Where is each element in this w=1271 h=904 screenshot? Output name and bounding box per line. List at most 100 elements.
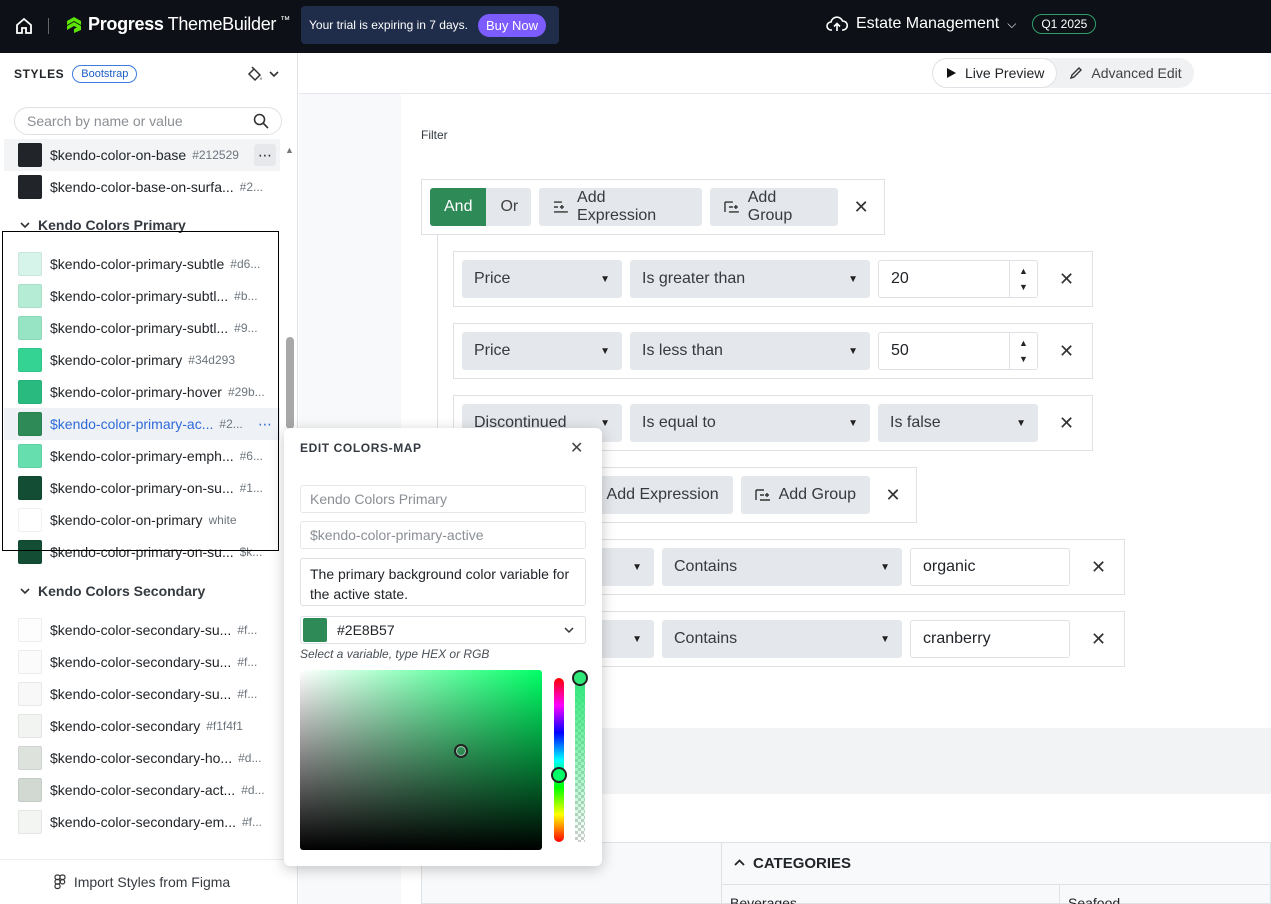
list-item[interactable]: $kendo-color-secondary-act... #d... [4,774,280,806]
group-label[interactable]: Kendo Colors Primary [38,217,186,233]
add-expression-button[interactable]: Add Expression [539,188,702,226]
description-text[interactable]: The primary background color variable fo… [310,566,569,602]
list-item[interactable]: $kendo-color-primary-subtl... #9... [4,312,280,344]
import-figma-button[interactable]: Import Styles from Figma [0,859,284,904]
value-text[interactable]: 50 [891,342,909,360]
caret-down-icon[interactable]: ▼ [848,418,858,429]
pencil-icon[interactable] [1069,66,1083,80]
logic-toggle[interactable]: And Or [430,188,532,226]
close-icon[interactable]: ✕ [878,476,908,514]
add-group-label[interactable]: Add Group [779,486,856,504]
advanced-edit-button[interactable]: Advanced Edit [1057,58,1193,88]
mode-switch[interactable]: Live Preview Advanced Edit [932,58,1194,88]
caret-down-icon[interactable]: ▼ [880,634,890,645]
list-item[interactable]: $kendo-color-on-primary white [4,504,280,536]
chevron-down-icon[interactable] [20,586,30,596]
field-value[interactable]: Price [474,270,510,288]
more-options-icon[interactable]: ⋯ [254,413,276,435]
chevron-down-icon[interactable] [268,68,280,80]
scrollbar-thumb[interactable] [286,337,294,429]
group-header-secondary[interactable]: Kendo Colors Secondary [20,583,205,599]
buy-now-button[interactable]: Buy Now [477,13,547,37]
list-item[interactable]: $kendo-color-primary-ac... #2... ⋯ [4,408,280,440]
description-textarea[interactable]: The primary background color variable fo… [300,558,586,606]
hue-handle[interactable] [551,767,567,783]
cell-text[interactable]: Seafood [1068,895,1120,904]
search-icon[interactable] [253,113,269,129]
project-name[interactable]: Estate Management [856,15,999,33]
add-group-button[interactable]: Add Group [740,476,870,514]
operator-value[interactable]: Is equal to [642,414,716,432]
operator-dropdown[interactable]: Is equal to ▼ [630,404,870,442]
live-preview-button[interactable]: Live Preview [932,58,1058,88]
value-text[interactable]: cranberry [923,630,991,648]
figma-icon[interactable] [54,874,66,890]
value-numeric-input[interactable]: 50 ▲ ▼ [878,332,1038,370]
list-item[interactable]: $kendo-color-secondary-su... #f... [4,646,280,678]
list-item[interactable]: $kendo-color-secondary-ho... #d... [4,742,280,774]
and-button[interactable]: And [430,188,487,226]
caret-down-icon[interactable]: ▼ [632,634,642,645]
list-item[interactable]: $kendo-color-primary-on-su... #1... [4,472,280,504]
color-value-input[interactable]: #2E8B57 [300,616,586,644]
add-group-icon[interactable] [724,200,740,214]
chevron-down-icon[interactable]: ⌵ [1007,17,1016,32]
saturation-handle[interactable] [454,744,468,758]
categories-column-header[interactable]: CATEGORIES [721,842,1271,884]
list-item[interactable]: $kendo-color-primary-subtle #d6... [4,248,280,280]
group-name-placeholder[interactable]: Kendo Colors Primary [310,491,447,507]
chevron-down-icon[interactable] [20,220,30,230]
list-item[interactable]: $kendo-color-secondary #f1f4f1 [4,710,280,742]
group-label[interactable]: Kendo Colors Secondary [38,583,205,599]
operator-value[interactable]: Is less than [642,342,723,360]
operator-value[interactable]: Is greater than [642,270,745,288]
operator-dropdown[interactable]: Is greater than ▼ [630,260,870,298]
operator-value[interactable]: Contains [674,558,737,576]
categories-label[interactable]: CATEGORIES [753,855,851,872]
add-expression-icon[interactable] [553,200,569,214]
alpha-handle[interactable] [572,670,588,686]
caret-down-icon[interactable]: ▼ [600,418,610,429]
operator-value[interactable]: Contains [674,630,737,648]
value-text[interactable]: organic [923,558,975,576]
search-placeholder[interactable]: Search by name or value [27,113,183,129]
chevron-down-icon[interactable] [563,624,575,636]
project-selector[interactable]: Estate Management ⌵ Q1 2025 [826,14,1097,34]
operator-dropdown[interactable]: Contains ▼ [662,620,902,658]
spin-up-icon[interactable]: ▲ [1019,338,1028,348]
color-value-text[interactable]: #2E8B57 [337,622,395,638]
close-icon[interactable]: ✕ [1059,413,1074,434]
scroll-up-icon[interactable]: ▲ [285,145,294,155]
advanced-edit-label[interactable]: Advanced Edit [1091,65,1181,81]
caret-down-icon[interactable]: ▼ [848,346,858,357]
field-dropdown[interactable]: Price ▼ [462,260,622,298]
list-item[interactable]: $kendo-color-primary-on-su... $k... [4,536,280,568]
close-icon[interactable]: ✕ [1059,269,1074,290]
add-expression-label[interactable]: Add Expression [577,189,688,225]
variables-list[interactable]: $kendo-color-on-base #212529 ⋯ $kendo-co… [0,139,284,859]
framework-chip[interactable]: Bootstrap [72,65,138,83]
caret-down-icon[interactable]: ▼ [600,346,610,357]
home-icon[interactable] [12,14,36,38]
play-icon[interactable] [945,67,957,79]
list-item[interactable]: $kendo-color-base-on-surfa... #2... [4,171,280,203]
list-item[interactable]: $kendo-color-secondary-em... #f... [4,806,280,838]
more-options-icon[interactable]: ⋯ [254,144,276,166]
value-text[interactable]: Is false [890,414,941,432]
spin-down-icon[interactable]: ▼ [1019,282,1028,292]
caret-down-icon[interactable]: ▼ [632,562,642,573]
list-item[interactable]: $kendo-color-primary #34d293 [4,344,280,376]
close-icon[interactable]: ✕ [570,438,583,458]
close-icon[interactable]: ✕ [846,188,876,226]
paint-bucket-icon[interactable] [246,65,264,83]
close-icon[interactable]: ✕ [1059,341,1074,362]
live-preview-label[interactable]: Live Preview [965,65,1044,81]
fill-menu-button[interactable] [246,65,280,83]
add-group-icon[interactable] [754,488,771,502]
hue-slider[interactable] [554,678,564,842]
cell-text[interactable]: Beverages [730,895,797,904]
chevron-up-icon[interactable] [734,858,745,869]
field-dropdown[interactable]: Price ▼ [462,332,622,370]
list-item[interactable]: $kendo-color-secondary-su... #f... [4,614,280,646]
cloud-upload-icon[interactable] [826,15,848,33]
